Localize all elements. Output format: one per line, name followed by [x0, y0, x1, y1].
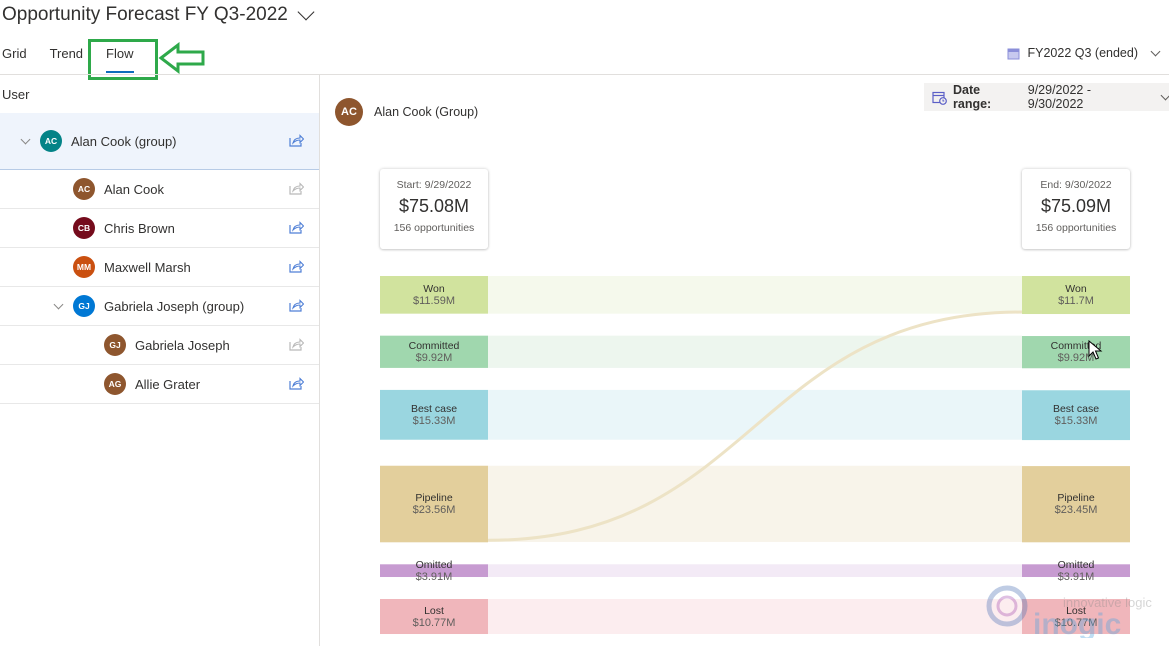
flow-band-pipeline[interactable] [488, 465, 1022, 542]
flow-band-won[interactable] [488, 276, 1022, 314]
flow-band-lost[interactable] [488, 599, 1022, 635]
end-node-best-case[interactable] [1022, 390, 1130, 441]
end-node-pipeline[interactable] [1022, 466, 1130, 543]
flow-band-best-case[interactable] [488, 389, 1022, 440]
start-node-pipeline[interactable] [380, 465, 488, 543]
start-node-lost[interactable] [380, 599, 488, 635]
mouse-cursor-icon [1088, 340, 1103, 360]
start-node-omitted[interactable] [380, 564, 488, 578]
flow-band-omitted[interactable] [488, 564, 1022, 578]
inogic-watermark-logo: innovative logic inogic [986, 585, 1152, 638]
end-node-omitted[interactable] [1022, 564, 1130, 578]
start-node-won[interactable] [380, 276, 488, 314]
end-node-committed[interactable] [1022, 336, 1130, 369]
flow-band-committed[interactable] [488, 335, 1022, 368]
watermark-brand: inogic [1033, 608, 1121, 638]
start-node-best-case[interactable] [380, 389, 488, 440]
start-node-committed[interactable] [380, 335, 488, 368]
flow-chart [380, 276, 1130, 635]
end-node-won[interactable] [1022, 276, 1130, 315]
